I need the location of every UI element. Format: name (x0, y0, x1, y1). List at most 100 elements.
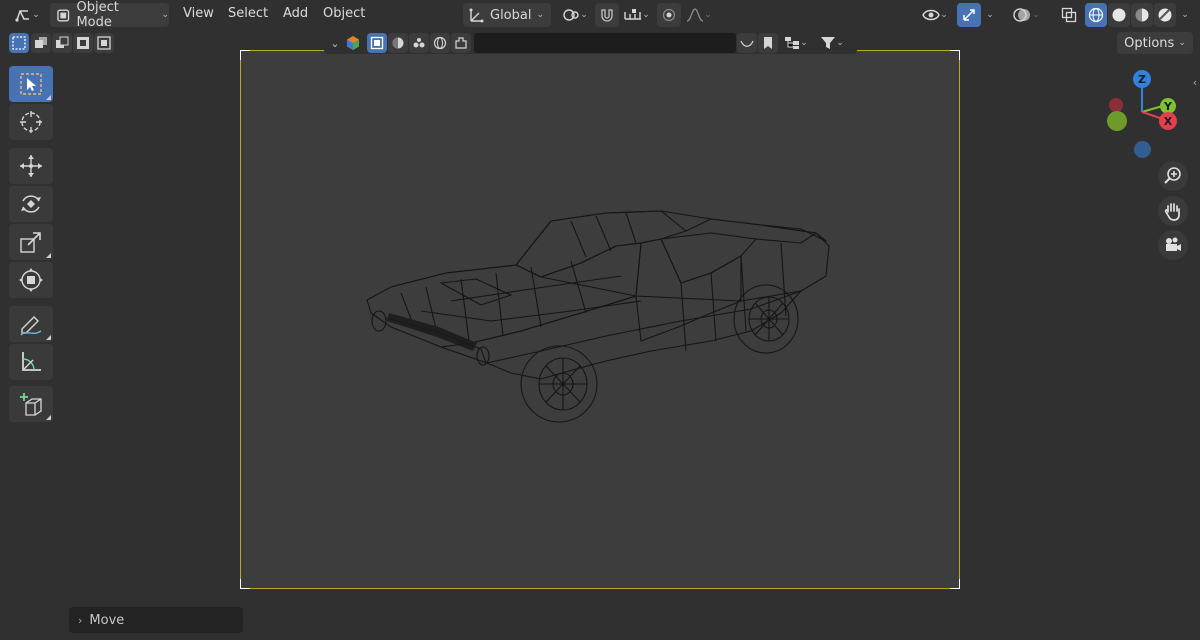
select-extend-icon (35, 37, 47, 48)
gizmo-x-label: X (1163, 114, 1173, 128)
select-new-button[interactable] (9, 33, 29, 53)
chevron-down-icon: ⌄ (642, 10, 650, 20)
tool-transform[interactable] (9, 262, 53, 298)
transform-orientation-dropdown[interactable]: Global ⌄ (463, 3, 551, 27)
tool-variants-indicator (46, 253, 51, 258)
pan-button[interactable] (1158, 196, 1188, 226)
select-intersect-icon (97, 36, 111, 50)
measure-ruler-icon (22, 352, 41, 371)
filter-selectable-button[interactable] (367, 33, 387, 53)
filter-dropdown[interactable]: ⌄ (815, 33, 849, 53)
annotate-pencil-icon (20, 316, 42, 336)
snap-target-dropdown[interactable]: ⌄ (620, 3, 654, 27)
magnet-icon (601, 9, 613, 22)
proportional-editing-toggle[interactable] (657, 3, 681, 27)
editor-type-button[interactable]: ⌄ (10, 3, 44, 27)
select-invert-button[interactable] (73, 33, 93, 53)
chevron-down-icon: ⌄ (800, 38, 808, 48)
rotate-icon (21, 195, 41, 213)
filter-curve-button[interactable] (737, 33, 757, 53)
viewport-search-input[interactable] (474, 33, 736, 53)
zoom-button[interactable] (1158, 161, 1188, 191)
object-mode-icon (57, 9, 70, 21)
chevron-down-icon: ⌄ (704, 10, 712, 20)
visibility-dropdown[interactable]: ⌄ (918, 3, 952, 27)
tool-select-box[interactable] (9, 66, 53, 102)
xray-toggle[interactable] (1057, 3, 1081, 27)
select-subtract-button[interactable] (52, 33, 72, 53)
camera-view-button[interactable] (1158, 230, 1188, 260)
particles-icon (413, 38, 425, 48)
chevron-down-icon: ⌄ (1181, 10, 1189, 20)
filter-particles-button[interactable] (409, 33, 429, 53)
tool-annotate[interactable] (9, 306, 53, 342)
snap-toggle[interactable] (595, 3, 619, 27)
options-label: Options (1124, 35, 1175, 51)
menu-view[interactable]: View (183, 6, 214, 21)
options-dropdown[interactable]: Options ⌄ (1117, 32, 1193, 54)
object-mode-label: Object Mode (76, 0, 119, 30)
filter-material-button[interactable] (388, 33, 408, 53)
solid-sphere-icon (1112, 8, 1126, 22)
pivot-point-dropdown[interactable]: ⌄ (558, 3, 592, 27)
shading-dropdown[interactable]: ⌄ (1177, 3, 1193, 27)
tool-variants-indicator (46, 335, 51, 340)
world-icon (433, 36, 447, 50)
collapse-toggle[interactable]: ⌄ (327, 34, 343, 52)
gizmo-z-positive[interactable]: Z (1133, 70, 1151, 88)
gizmo-x-positive[interactable]: X (1159, 112, 1177, 130)
hand-icon (1164, 203, 1180, 221)
orientation-icon (469, 8, 484, 22)
tool-rotate[interactable] (9, 186, 53, 222)
chevron-down-icon: ⌄ (986, 10, 994, 20)
navigation-gizmo[interactable]: Z Y X (1100, 62, 1190, 162)
chevron-down-icon: ⌄ (32, 10, 40, 20)
filter-scene-button[interactable] (451, 33, 471, 53)
pivot-point-icon (563, 9, 579, 21)
select-invert-icon (77, 37, 89, 49)
select-intersect-button[interactable] (94, 33, 114, 53)
gizmo-z-negative[interactable] (1134, 141, 1151, 158)
proportional-falloff-dropdown[interactable]: ⌄ (682, 3, 716, 27)
shading-solid-button[interactable] (1108, 3, 1130, 27)
gizmo-x-negative[interactable] (1109, 98, 1123, 112)
overlays-toggle[interactable]: ⌄ (1006, 3, 1046, 27)
bookmark-icon (764, 37, 772, 49)
viewport-header: ⌄ Object Mode ⌄ View Select Add Object G… (0, 0, 1200, 30)
chevron-down-icon: ⌄ (161, 10, 169, 20)
menu-add[interactable]: Add (283, 6, 308, 21)
bookmark-button[interactable] (758, 33, 778, 53)
menu-select[interactable]: Select (228, 6, 268, 21)
gizmo-dropdown[interactable]: ⌄ (982, 3, 998, 27)
tool-scale[interactable] (9, 224, 53, 260)
car-wireframe-model (366, 210, 830, 423)
gizmo-y-negative[interactable] (1107, 111, 1127, 131)
shading-material-button[interactable] (1131, 3, 1153, 27)
hierarchy-dropdown[interactable]: ⌄ (779, 33, 813, 53)
gizmo-y-label: Y (1164, 99, 1172, 113)
menu-object[interactable]: Object (323, 6, 365, 21)
camera-view-frame (240, 50, 960, 589)
scene-icon (455, 37, 467, 49)
filter-world-button[interactable] (430, 33, 450, 53)
curve-icon (740, 40, 754, 47)
tool-cursor[interactable] (9, 104, 53, 140)
shading-rendered-button[interactable] (1154, 3, 1176, 27)
gizmo-toggle[interactable] (957, 3, 981, 27)
wireframe-sphere-icon (1088, 7, 1104, 23)
shading-wireframe-button[interactable] (1085, 3, 1107, 27)
select-extend-button[interactable] (31, 33, 51, 53)
scene-object-icon-button[interactable] (343, 33, 363, 53)
last-operator-panel[interactable]: › Move (69, 607, 243, 633)
material-sphere-icon (1135, 8, 1149, 22)
funnel-icon (821, 37, 836, 49)
camera-icon (1166, 237, 1181, 251)
sidebar-toggle[interactable]: ‹ (1190, 74, 1200, 90)
tool-move[interactable] (9, 148, 53, 184)
cursor-icon (20, 111, 42, 133)
object-mode-dropdown[interactable]: Object Mode ⌄ (50, 0, 169, 30)
object-select-icon (370, 36, 384, 50)
xray-icon (1061, 7, 1077, 23)
tool-measure[interactable] (9, 344, 53, 380)
tool-add-cube[interactable] (9, 386, 53, 422)
